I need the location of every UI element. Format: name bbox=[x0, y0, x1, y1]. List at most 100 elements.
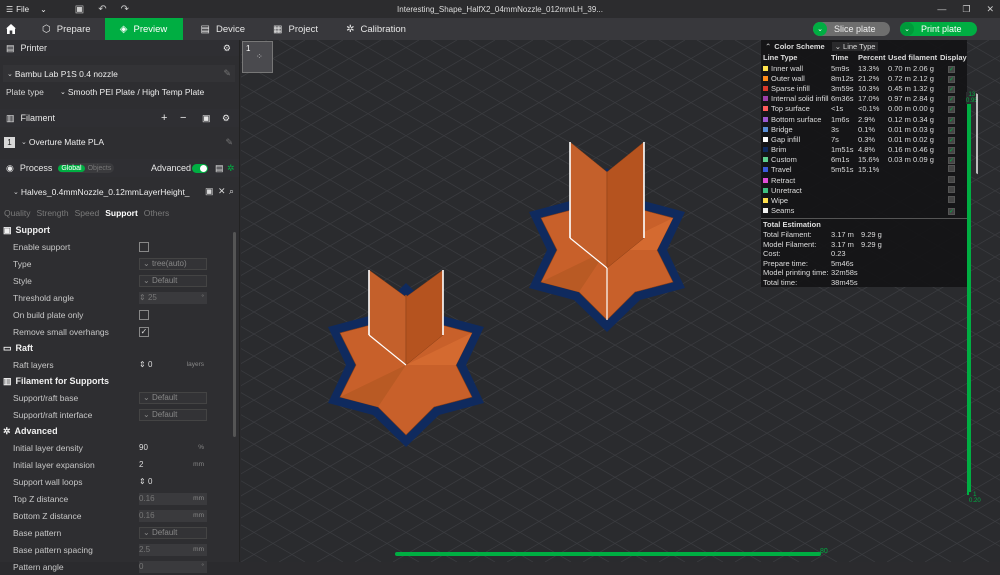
initial-layer-density-row: Initial layer density 90% bbox=[0, 439, 239, 456]
model-left[interactable] bbox=[328, 269, 484, 447]
support-type-select[interactable]: ⌄ tree(auto) bbox=[139, 257, 207, 270]
view-cube[interactable] bbox=[976, 93, 1000, 187]
add-icon[interactable]: + bbox=[161, 112, 167, 124]
tab-calibration[interactable]: ✲ Calibration bbox=[332, 18, 420, 40]
restore-icon[interactable]: ❐ bbox=[962, 4, 970, 15]
support-style-select[interactable]: ⌄ Default bbox=[139, 274, 207, 287]
pattern-angle-input[interactable]: 0 ° bbox=[139, 560, 207, 573]
compare-icon[interactable]: ▤ bbox=[215, 163, 224, 174]
filament-select[interactable]: 1 ⌄ Overture Matte PLA ✎ bbox=[0, 134, 239, 150]
initial-layer-expansion-input[interactable]: 2 mm bbox=[139, 459, 207, 471]
tab-strength[interactable]: Strength bbox=[36, 208, 68, 218]
file-menu[interactable]: ☰ File ⌄ bbox=[6, 5, 47, 14]
top-z-distance-input[interactable]: 0.16 mm bbox=[139, 492, 207, 505]
display-checkbox[interactable]: ✓ bbox=[948, 147, 955, 155]
initial-layer-density-input[interactable]: 90% bbox=[139, 442, 207, 454]
move-slider-track[interactable] bbox=[395, 552, 821, 556]
initial-layer-expansion-value: 2 bbox=[139, 460, 144, 469]
display-checkbox[interactable]: ✓ bbox=[948, 116, 955, 124]
display-checkbox[interactable] bbox=[948, 175, 955, 183]
undo-icon[interactable]: ↶ bbox=[98, 4, 106, 15]
slice-plate-button[interactable]: ⌄ Slice plate bbox=[813, 22, 890, 36]
legend-line-type-name: Retract bbox=[771, 175, 796, 185]
legend-time: 1m6s bbox=[831, 114, 850, 124]
edit-icon[interactable]: ✎ bbox=[223, 68, 231, 79]
chevron-down-icon: ⌄ bbox=[40, 4, 47, 14]
display-checkbox[interactable]: ✓ bbox=[948, 157, 955, 165]
plate-thumbnail[interactable]: 1 ⁘ bbox=[242, 41, 273, 73]
build-plate-only-checkbox[interactable] bbox=[139, 309, 149, 320]
search-icon[interactable]: ⌕ bbox=[229, 186, 234, 197]
build-plate-only-label: On build plate only bbox=[13, 309, 84, 320]
display-checkbox[interactable]: ✓ bbox=[948, 75, 955, 83]
remove-icon[interactable]: − bbox=[180, 112, 186, 124]
enable-support-checkbox[interactable] bbox=[139, 241, 149, 252]
color-scheme-legend: ⌃ Color Scheme ⌄ Line Type Line Type Time… bbox=[761, 40, 967, 287]
estimation-value-b bbox=[859, 249, 967, 259]
printer-select[interactable]: ⌄ Bambu Lab P1S 0.4 nozzle ✎ bbox=[3, 65, 235, 82]
3d-viewport[interactable]: 1 ⁘ ⌃ Color Scheme ⌄ Line Type Line Type … bbox=[241, 40, 1000, 562]
color-scheme-select[interactable]: ⌄ Line Type bbox=[831, 41, 879, 51]
plate-type-select[interactable]: ⌄ Smooth PEI Plate / High Temp Plate bbox=[60, 87, 204, 97]
print-plate-button[interactable]: ⌄ Print plate bbox=[900, 22, 977, 36]
tab-project[interactable]: ▦ Project bbox=[259, 18, 332, 40]
remove-small-overhangs-checkbox[interactable]: ✓ bbox=[139, 326, 149, 337]
tab-prepare[interactable]: ⬡ Prepare bbox=[28, 18, 105, 40]
close-icon[interactable]: ✕ bbox=[218, 186, 226, 197]
home-icon[interactable] bbox=[0, 23, 22, 35]
legend-time: 3s bbox=[831, 124, 839, 134]
pattern-angle-unit: ° bbox=[201, 563, 204, 570]
collapse-icon[interactable]: ⌃ bbox=[765, 42, 771, 51]
support-wall-loops-input[interactable]: ⇕ 0 bbox=[139, 476, 207, 488]
tab-others[interactable]: Others bbox=[144, 208, 170, 218]
sync-icon[interactable]: ▣ bbox=[202, 113, 211, 124]
raft-base-select[interactable]: ⌄ Default bbox=[139, 391, 207, 404]
sidebar-scrollbar[interactable] bbox=[233, 232, 236, 437]
edit-icon[interactable]: ✎ bbox=[225, 137, 233, 148]
tab-speed[interactable]: Speed bbox=[75, 208, 100, 218]
legend-time: 8m12s bbox=[831, 73, 854, 83]
global-toggle[interactable]: Global Objects bbox=[58, 163, 115, 173]
layer-slider-track[interactable] bbox=[967, 95, 971, 495]
chevron-down-icon[interactable]: ⌄ bbox=[813, 22, 827, 36]
minimize-icon[interactable]: — bbox=[937, 4, 946, 15]
layer-slider-bottom-handle[interactable]: 1 0.20 bbox=[969, 492, 981, 504]
display-checkbox[interactable] bbox=[948, 185, 955, 193]
display-checkbox[interactable] bbox=[948, 196, 955, 204]
tab-quality[interactable]: Quality bbox=[4, 208, 30, 218]
raft-interface-select[interactable]: ⌄ Default bbox=[139, 408, 207, 421]
tab-support[interactable]: Support bbox=[105, 208, 138, 218]
display-checkbox[interactable]: ✓ bbox=[948, 136, 955, 144]
display-checkbox[interactable]: ✓ bbox=[948, 106, 955, 114]
legend-swatch bbox=[763, 187, 768, 193]
tab-preview[interactable]: ◈ Preview bbox=[104, 18, 183, 40]
legend-percent: 21.2% bbox=[858, 73, 880, 83]
tab-preview-label: Preview bbox=[133, 23, 168, 35]
raft-layers-input[interactable]: ⇕ 0 layers bbox=[139, 359, 207, 371]
advanced-switch[interactable] bbox=[192, 163, 208, 173]
display-checkbox[interactable] bbox=[948, 165, 955, 173]
gear-icon[interactable]: ⚙ bbox=[222, 113, 230, 124]
chevron-down-icon[interactable]: ⌄ bbox=[900, 22, 914, 36]
threshold-angle-input[interactable]: ⇕ 25 ° bbox=[139, 291, 207, 304]
print-plate-label: Print plate bbox=[921, 24, 962, 34]
display-checkbox[interactable]: ✓ bbox=[948, 85, 955, 93]
bottom-z-distance-input[interactable]: 0.16 mm bbox=[139, 509, 207, 522]
gear-icon[interactable]: ⚙ bbox=[223, 43, 231, 54]
close-icon[interactable]: ✕ bbox=[986, 4, 994, 15]
save-icon[interactable]: ▣ bbox=[205, 186, 214, 197]
base-pattern-select[interactable]: ⌄ Default bbox=[139, 526, 207, 539]
redo-icon[interactable]: ↷ bbox=[121, 4, 129, 15]
base-pattern-spacing-input[interactable]: 2.5 mm bbox=[139, 543, 207, 556]
printer-name: Bambu Lab P1S 0.4 nozzle bbox=[14, 68, 118, 79]
model-right[interactable] bbox=[529, 141, 685, 332]
tab-device[interactable]: ▤ Device bbox=[187, 18, 260, 40]
process-profile-select[interactable]: ⌄ Halves_0.4mmNozzle_0.12mmLayerHeight_ … bbox=[0, 183, 239, 200]
display-checkbox[interactable]: ✓ bbox=[948, 208, 955, 216]
display-checkbox[interactable]: ✓ bbox=[948, 96, 955, 104]
display-checkbox[interactable]: ✓ bbox=[948, 126, 955, 134]
display-checkbox[interactable]: ✓ bbox=[948, 65, 955, 73]
save-icon[interactable]: ▣ bbox=[75, 4, 84, 15]
raft-base-row: Support/raft base ⌄ Default bbox=[0, 389, 239, 406]
settings-icon[interactable]: ✲ bbox=[227, 163, 235, 174]
